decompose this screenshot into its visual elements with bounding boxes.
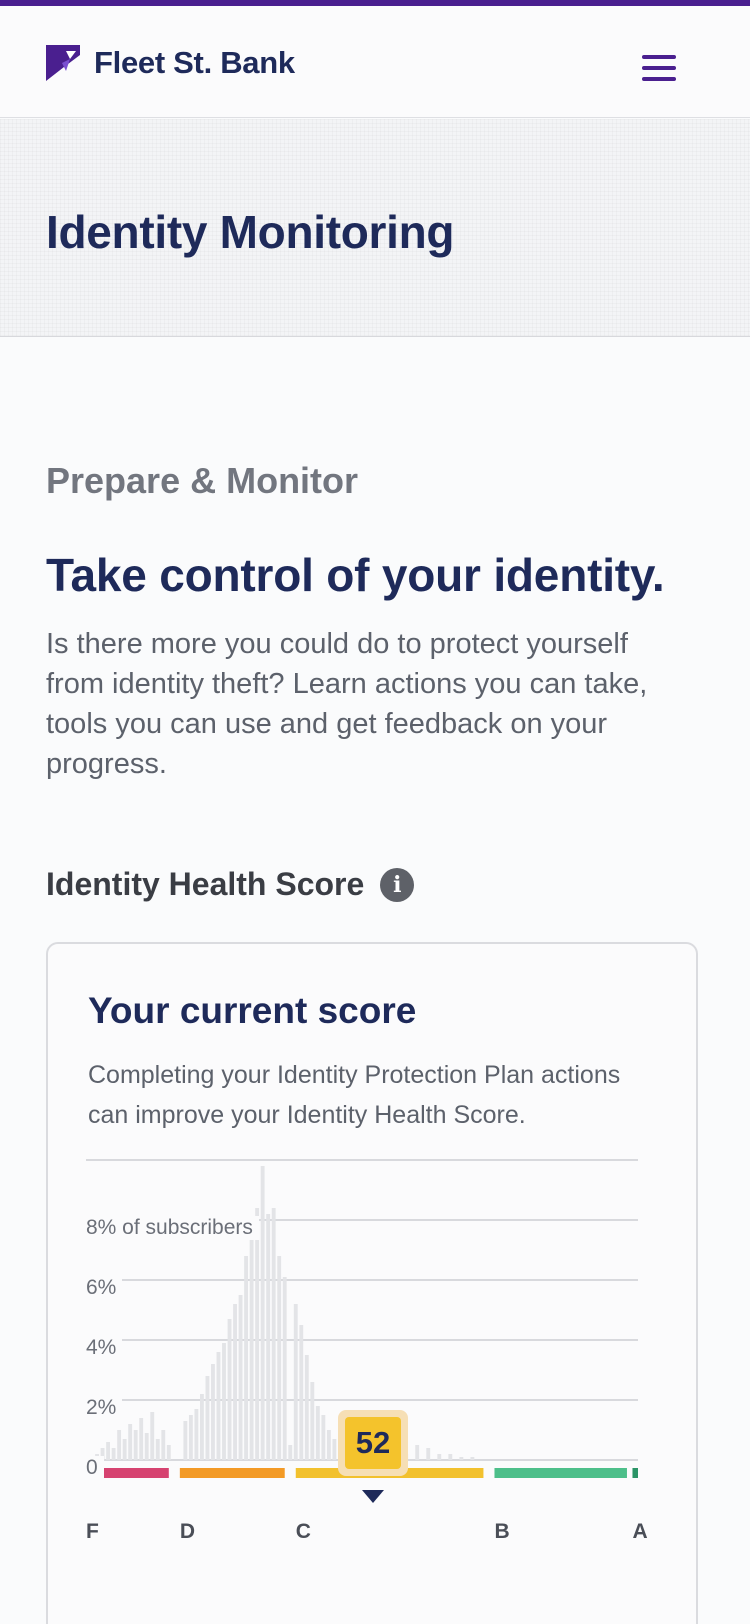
chart-bar	[310, 1382, 315, 1460]
hamburger-menu-icon[interactable]	[638, 51, 680, 85]
chart-bar	[233, 1304, 237, 1460]
chart-bar	[277, 1256, 282, 1460]
chart-bar	[150, 1412, 155, 1460]
score-section-heading: Identity Health Score i	[46, 866, 415, 903]
grade-label-f: F	[86, 1520, 99, 1543]
grade-band-d	[179, 1468, 285, 1478]
chart-bar	[188, 1415, 193, 1460]
chart-bar	[155, 1439, 160, 1460]
grade-band-b	[494, 1468, 627, 1478]
chart-bar	[117, 1430, 122, 1460]
chart-bar	[271, 1208, 276, 1460]
chart-bar	[144, 1433, 149, 1460]
chart-bar	[282, 1277, 287, 1460]
chart-bar	[321, 1415, 326, 1460]
chart-bar	[266, 1214, 271, 1460]
chart-bar	[315, 1406, 320, 1460]
chart-bar	[205, 1376, 210, 1460]
chart-bar	[288, 1445, 293, 1460]
score-card-description: Completing your Identity Protection Plan…	[88, 1061, 621, 1129]
chart-bar	[238, 1295, 243, 1460]
chart-bar	[211, 1364, 215, 1460]
chart-bar	[293, 1304, 298, 1460]
section-headline: Take control of your identity.	[46, 549, 665, 601]
chart-bar	[255, 1208, 260, 1460]
current-score-value: 52	[345, 1417, 402, 1469]
grade-label-c: C	[295, 1520, 311, 1543]
brand-name: Fleet St. Bank	[94, 45, 295, 80]
chart-bar	[183, 1421, 188, 1460]
chart-bar	[459, 1457, 464, 1460]
chart-bar	[106, 1442, 111, 1460]
score-distribution-chart: 52 8% of subscribers 6% 4% 2% 0 F D C B A	[86, 1159, 658, 1590]
chart-bar	[332, 1439, 337, 1460]
chart-bar	[426, 1448, 431, 1460]
chart-bar	[249, 1235, 254, 1460]
chart-bar	[304, 1355, 309, 1460]
y-tick-label: 6%	[86, 1276, 123, 1300]
y-tick-label: 8% of subscribers	[86, 1216, 259, 1240]
chart-bar	[161, 1430, 166, 1460]
score-section-title: Identity Health Score	[46, 866, 365, 902]
chart-bar	[128, 1424, 133, 1460]
page-hero: Identity Monitoring	[0, 119, 750, 337]
brand-logo[interactable]: Fleet St. Bank	[46, 45, 295, 81]
grade-label-a: A	[632, 1520, 648, 1543]
chart-bar	[139, 1418, 144, 1460]
y-tick-label: 2%	[86, 1396, 123, 1420]
page-title: Identity Monitoring	[46, 206, 455, 258]
section-intro: Is there more you could do to protect yo…	[46, 628, 648, 780]
chart-bar	[326, 1430, 331, 1460]
site-header: Fleet St. Bank	[0, 6, 750, 118]
score-card-title: Your current score	[88, 990, 417, 1031]
info-icon[interactable]: i	[380, 867, 415, 902]
chart-bar	[133, 1430, 138, 1460]
chart-bar	[470, 1457, 475, 1460]
chart-bar	[194, 1409, 199, 1460]
chart-bar	[222, 1343, 226, 1460]
chart-bar	[299, 1325, 304, 1460]
chart-bar	[166, 1445, 171, 1460]
grade-band-a	[632, 1468, 638, 1478]
chart-bar	[415, 1445, 420, 1460]
chart-bar	[199, 1394, 204, 1460]
flag-logo-icon	[46, 45, 80, 81]
current-score-badge: 52	[338, 1410, 409, 1476]
y-tick-label: 4%	[86, 1336, 123, 1360]
chart-bar	[260, 1166, 265, 1460]
chart-canvas	[86, 1159, 638, 1478]
chart-bar	[227, 1319, 232, 1460]
y-tick-label: 0	[86, 1456, 104, 1480]
chart-bar	[437, 1454, 442, 1460]
section-eyebrow: Prepare & Monitor	[46, 460, 359, 501]
grade-label-b: B	[494, 1520, 510, 1543]
grade-label-d: D	[179, 1520, 195, 1543]
chart-bar	[244, 1256, 249, 1460]
chart-bar	[111, 1448, 116, 1460]
chart-bar	[122, 1439, 127, 1460]
chart-bar	[448, 1454, 453, 1460]
chart-bar	[216, 1352, 221, 1460]
score-pointer-icon	[362, 1490, 385, 1503]
